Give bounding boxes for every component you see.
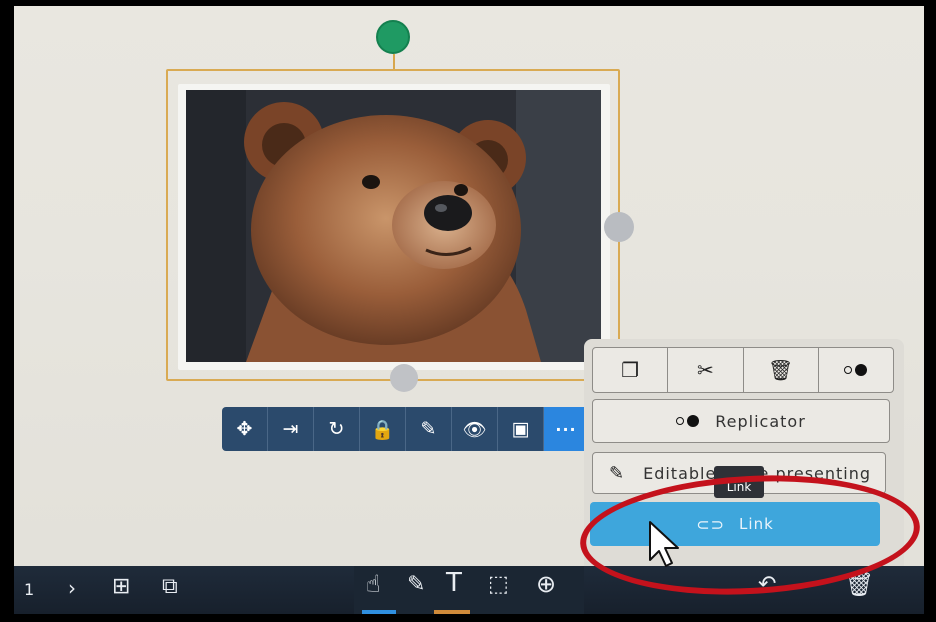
pencil-icon: ✎ [609,462,626,484]
rotate-icon[interactable]: ↻ [314,407,360,451]
duplicate-page-icon[interactable]: ⧉ [162,574,178,599]
frame-icon[interactable]: ▣ [498,407,544,451]
canvas[interactable]: ✥ ⇥ ↻ 🔒 ✎ 👁 ▣ ··· ❐ ✂ 🗑 Replicator ✎ Edi… [14,6,924,614]
more-options-button[interactable]: ··· [544,407,588,451]
toggle-on-dot [855,364,868,376]
duplicate-icon[interactable]: ❐ [593,348,669,392]
pen-color-indicator [434,610,470,614]
active-tool-indicator [362,610,396,614]
lock-icon[interactable]: 🔒 [360,407,406,451]
replicator-button[interactable]: Replicator [592,399,890,443]
select-tool-icon[interactable]: ⬚ [488,572,509,597]
replicator-label: Replicator [715,411,806,431]
text-tool-icon[interactable]: T [446,568,462,598]
pen-tool-icon[interactable]: ✎ [407,572,425,597]
trash-icon[interactable]: 🗑 [744,348,819,392]
no-ink-icon[interactable]: ✎ [406,407,452,451]
replicator-toggle-icon[interactable] [819,348,893,392]
photo-frame-border: ✥ ⇥ ↻ 🔒 ✎ 👁 ▣ ··· ❐ ✂ 🗑 Replicator ✎ Edi… [0,0,936,622]
rotate-stem [393,54,395,70]
quick-actions-row: ❐ ✂ 🗑 [592,347,894,393]
eye-icon[interactable]: 👁 [452,407,498,451]
toggle-off-dot [844,366,853,374]
scissors-icon[interactable]: ✂ [668,348,744,392]
bear-picture [186,90,601,362]
mouse-cursor-icon [649,521,679,567]
resize-handle-bottom[interactable] [390,364,418,392]
add-tool-icon[interactable]: ⊕ [536,570,556,598]
toggle-off-dot [676,417,685,425]
next-page-icon[interactable]: › [68,576,76,600]
hand-tool-icon[interactable]: ☝ [366,570,381,598]
move-icon[interactable]: ✥ [222,407,268,451]
enter-icon[interactable]: ⇥ [268,407,314,451]
toggle-on-dot [687,415,700,427]
rotate-handle[interactable] [376,20,410,54]
bear-image[interactable] [186,90,601,362]
page-number: 1 [24,580,35,599]
object-toolbar: ✥ ⇥ ↻ 🔒 ✎ 👁 ▣ ··· [222,407,602,451]
add-page-icon[interactable]: ⊞ [112,574,130,599]
resize-handle-right[interactable] [604,212,634,242]
